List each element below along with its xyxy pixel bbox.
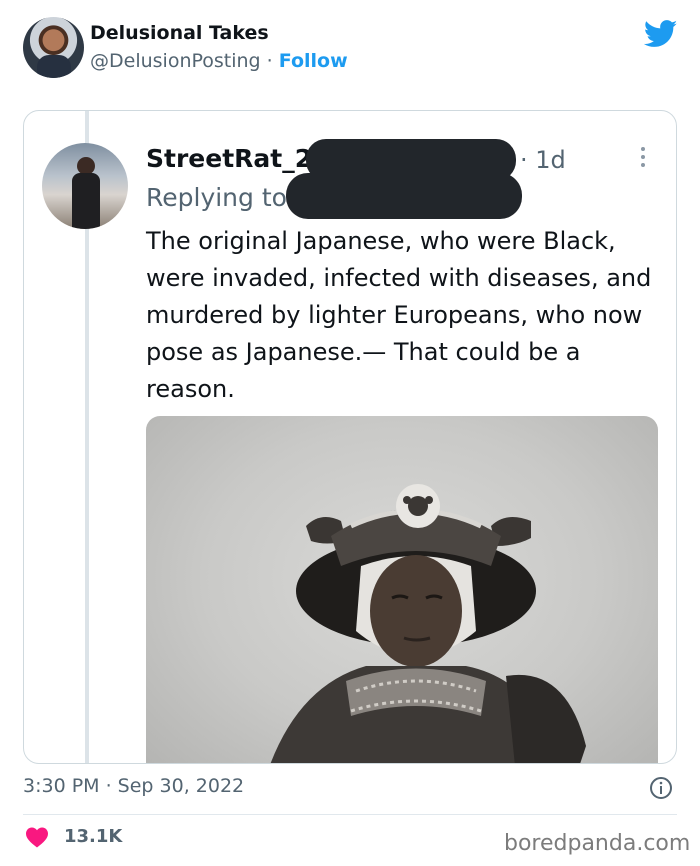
divider bbox=[23, 814, 677, 815]
quoted-tweet-card[interactable]: StreetRat_2 · 1d Replying to The origina… bbox=[23, 110, 677, 764]
replying-to-label: Replying to bbox=[146, 183, 287, 212]
tweet-header: Delusional Takes @DelusionPosting · Foll… bbox=[0, 0, 700, 100]
watermark: boredpanda.com bbox=[504, 831, 691, 856]
author-handle-line: @DelusionPosting · Follow bbox=[90, 50, 348, 72]
samurai-photo bbox=[270, 484, 586, 763]
reply-author-name[interactable]: StreetRat_2 bbox=[146, 144, 312, 173]
follow-button[interactable]: Follow bbox=[279, 50, 348, 72]
tweet-timestamp[interactable]: 3:30 PM · Sep 30, 2022 bbox=[23, 775, 244, 797]
tweet-text: The original Japanese, who were Black, w… bbox=[146, 227, 652, 403]
reply-avatar[interactable] bbox=[42, 143, 128, 229]
redaction-bar-replying bbox=[286, 173, 522, 219]
info-icon[interactable] bbox=[649, 776, 673, 800]
tweet-photo[interactable] bbox=[146, 416, 658, 763]
author-name[interactable]: Delusional Takes bbox=[90, 22, 269, 44]
more-options-icon[interactable] bbox=[638, 147, 648, 171]
handle-separator: · bbox=[260, 50, 279, 72]
twitter-bird-icon[interactable] bbox=[644, 20, 678, 48]
author-avatar[interactable] bbox=[23, 17, 84, 78]
reply-timestamp[interactable]: · 1d bbox=[520, 146, 566, 174]
author-handle[interactable]: @DelusionPosting bbox=[90, 50, 261, 72]
heart-icon[interactable] bbox=[25, 826, 49, 848]
like-count[interactable]: 13.1K bbox=[64, 826, 122, 847]
